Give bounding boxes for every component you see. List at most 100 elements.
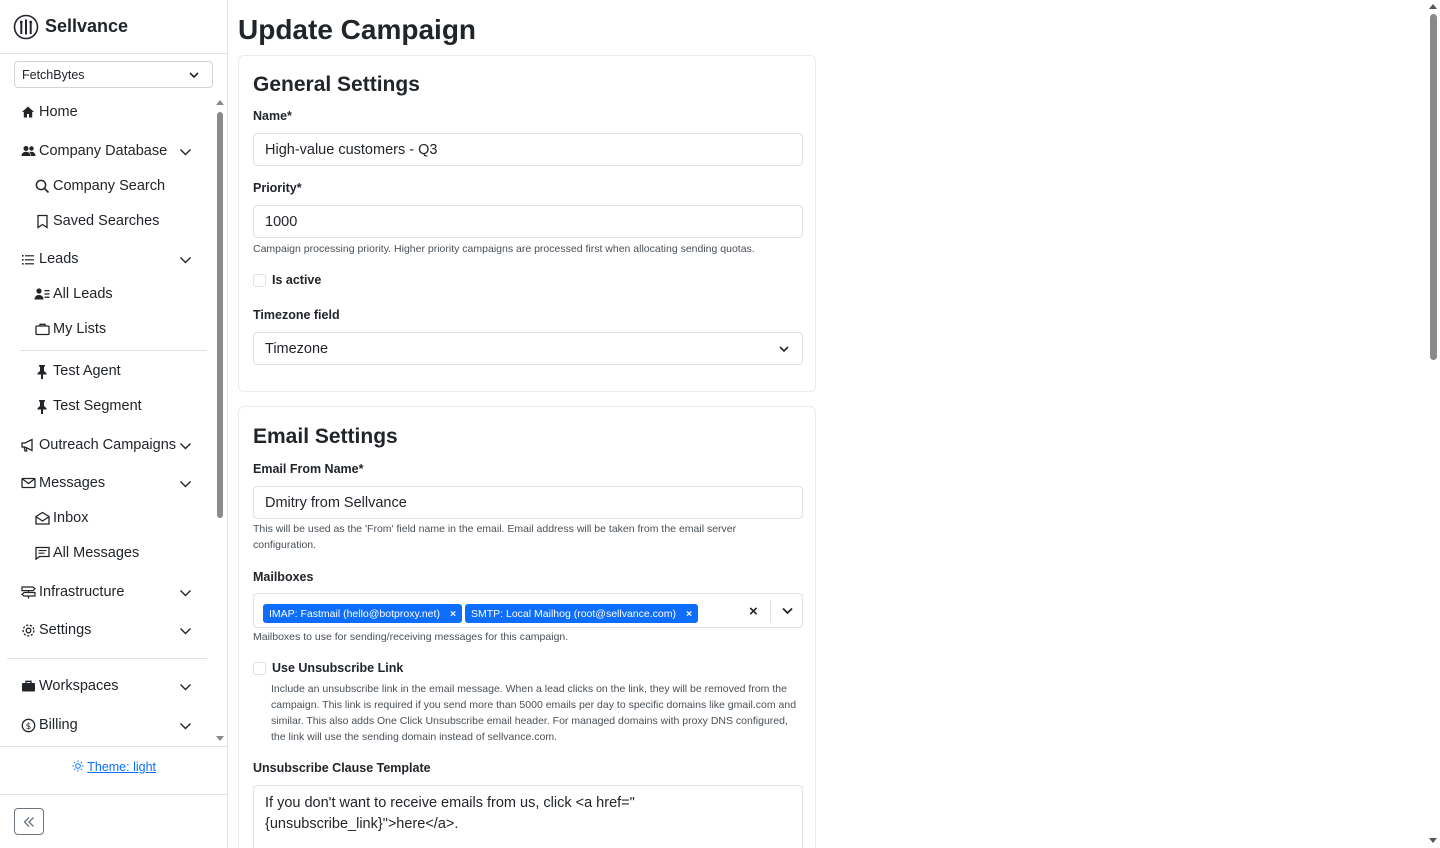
sidebar-item-workspaces[interactable]: Workspaces: [20, 675, 119, 697]
sidebar: Sellvance FetchBytes Home Company Databa…: [0, 0, 228, 848]
email-from-name-input[interactable]: Dmitry from Sellvance: [253, 486, 803, 519]
priority-input[interactable]: 1000: [253, 205, 803, 238]
svg-text:$: $: [25, 722, 31, 732]
use-unsubscribe-help-text: Include an unsubscribe link in the email…: [271, 683, 797, 743]
sidebar-item-label: Company Search: [53, 178, 166, 194]
email-settings-card: Email Settings Email From Name* Dmitry f…: [238, 406, 816, 848]
sidebar-item-my-lists[interactable]: My Lists: [34, 318, 106, 340]
sun-icon: [72, 760, 84, 772]
collapse-sidebar-button[interactable]: [14, 808, 44, 835]
sidebar-nav: Home Company Database Company Search Sav…: [0, 96, 214, 744]
mailbox-tag-label: SMTP: Local Mailhog (root@sellvance.com): [471, 607, 676, 620]
chevron-down-icon[interactable]: [179, 440, 192, 452]
sidebar-item-leads[interactable]: Leads: [20, 248, 79, 270]
sidebar-item-test-segment[interactable]: Test Segment: [34, 395, 142, 417]
email-from-name-value: Dmitry from Sellvance: [265, 494, 407, 511]
mailboxes-help-text: Mailboxes to use for sending/receiving m…: [253, 631, 569, 643]
sidebar-divider: [0, 794, 228, 795]
use-unsubscribe-label: Use Unsubscribe Link: [272, 661, 404, 675]
sidebar-item-label: Test Agent: [53, 363, 121, 379]
pin-icon: [34, 363, 50, 379]
email-from-name-label: Email From Name*: [253, 462, 364, 476]
briefcase-fill-icon: [20, 678, 36, 694]
brand-name: Sellvance: [45, 16, 129, 36]
sidebar-item-all-leads[interactable]: All Leads: [34, 283, 113, 305]
chevron-down-icon[interactable]: [179, 681, 192, 693]
sidebar-item-label: Workspaces: [39, 678, 119, 694]
sidebar-item-inbox[interactable]: Inbox: [34, 507, 88, 529]
sidebar-item-billing[interactable]: $ Billing: [20, 714, 78, 736]
general-settings-card: General Settings Name* High-value custom…: [238, 55, 816, 392]
priority-label: Priority*: [253, 181, 302, 195]
sidebar-item-messages[interactable]: Messages: [20, 472, 105, 494]
signpost-icon: [20, 584, 36, 600]
page-scrollbar-thumb[interactable]: [1430, 14, 1437, 360]
sidebar-item-test-agent[interactable]: Test Agent: [34, 360, 121, 382]
page-scroll-down-arrow[interactable]: [1429, 838, 1437, 843]
sidebar-scroll-up-arrow[interactable]: [216, 100, 224, 105]
unsubscribe-clause-template-textarea[interactable]: If you don't want to receive emails from…: [253, 785, 803, 848]
mailbox-tag[interactable]: IMAP: Fastmail (hello@botproxy.net) ×: [263, 604, 463, 623]
priority-input-value: 1000: [265, 213, 298, 230]
remove-tag-icon[interactable]: ×: [686, 608, 692, 620]
chevron-down-icon[interactable]: [179, 254, 192, 266]
sidebar-scroll-thumb[interactable]: [217, 112, 223, 518]
theme-toggle-link[interactable]: Theme: light: [0, 760, 228, 774]
timezone-field-select[interactable]: Timezone: [253, 332, 803, 365]
chevron-down-icon[interactable]: [179, 720, 192, 732]
brand[interactable]: Sellvance: [0, 0, 227, 54]
workspace-select[interactable]: FetchBytes: [14, 61, 213, 88]
nav-divider: [7, 658, 207, 659]
timezone-field-label: Timezone field: [253, 308, 340, 322]
mailbox-tag[interactable]: SMTP: Local Mailhog (root@sellvance.com)…: [465, 604, 699, 623]
use-unsubscribe-checkbox-row[interactable]: Use Unsubscribe Link: [253, 661, 403, 675]
chat-text-icon: [34, 545, 50, 561]
chevron-double-left-icon: [23, 816, 34, 827]
remove-tag-icon[interactable]: ×: [450, 608, 456, 620]
sidebar-scroll-down-arrow[interactable]: [216, 736, 224, 741]
mailboxes-multiselect[interactable]: IMAP: Fastmail (hello@botproxy.net) × SM…: [253, 593, 803, 628]
envelope-open-icon: [34, 510, 50, 526]
page-scroll-up-arrow[interactable]: [1429, 4, 1437, 9]
sidebar-item-label: Billing: [39, 717, 78, 733]
chevron-down-icon[interactable]: [179, 587, 192, 599]
sidebar-item-infrastructure[interactable]: Infrastructure: [20, 581, 124, 603]
sidebar-item-settings[interactable]: Settings: [20, 619, 91, 641]
list-icon: [20, 251, 36, 267]
is-active-checkbox-row[interactable]: Is active: [253, 273, 321, 287]
bookmark-icon: [34, 213, 50, 229]
sidebar-item-company-database[interactable]: Company Database: [20, 140, 167, 162]
sidebar-item-outreach-campaigns[interactable]: Outreach Campaigns: [20, 434, 176, 456]
sidebar-item-label: Leads: [39, 251, 79, 267]
chevron-down-icon[interactable]: [781, 604, 794, 617]
multiselect-separator: [770, 600, 771, 622]
sidebar-item-label: All Leads: [53, 286, 113, 302]
sidebar-item-label: My Lists: [53, 321, 107, 337]
sidebar-item-label: Messages: [39, 475, 106, 491]
coin-icon: $: [20, 717, 36, 733]
use-unsubscribe-checkbox[interactable]: [253, 661, 266, 675]
theme-toggle-label: Theme: light: [87, 760, 157, 774]
chevron-down-icon[interactable]: [179, 625, 192, 637]
search-icon: [34, 178, 50, 194]
sidebar-item-saved-searches[interactable]: Saved Searches: [34, 210, 159, 232]
mailboxes-label: Mailboxes: [253, 570, 314, 584]
envelope-icon: [20, 475, 36, 491]
people-icon: [20, 143, 36, 159]
name-input[interactable]: High-value customers - Q3: [253, 133, 803, 166]
mailbox-tag-label: IMAP: Fastmail (hello@botproxy.net): [269, 607, 440, 620]
chevron-down-icon[interactable]: [179, 478, 192, 490]
chevron-down-icon: [779, 346, 789, 353]
sidebar-item-home[interactable]: Home: [20, 101, 78, 123]
sidebar-item-label: Outreach Campaigns: [39, 437, 177, 453]
sidebar-item-all-messages[interactable]: All Messages: [34, 542, 139, 564]
sidebar-item-label: Infrastructure: [39, 584, 125, 600]
general-settings-title: General Settings: [253, 73, 420, 96]
sidebar-item-company-search[interactable]: Company Search: [34, 175, 165, 197]
clear-all-icon[interactable]: ×: [749, 603, 758, 620]
chevron-down-icon[interactable]: [179, 146, 192, 158]
house-icon: [20, 104, 36, 120]
gear-icon: [20, 622, 36, 638]
is-active-checkbox[interactable]: [253, 273, 266, 287]
sidebar-divider: [0, 746, 228, 747]
